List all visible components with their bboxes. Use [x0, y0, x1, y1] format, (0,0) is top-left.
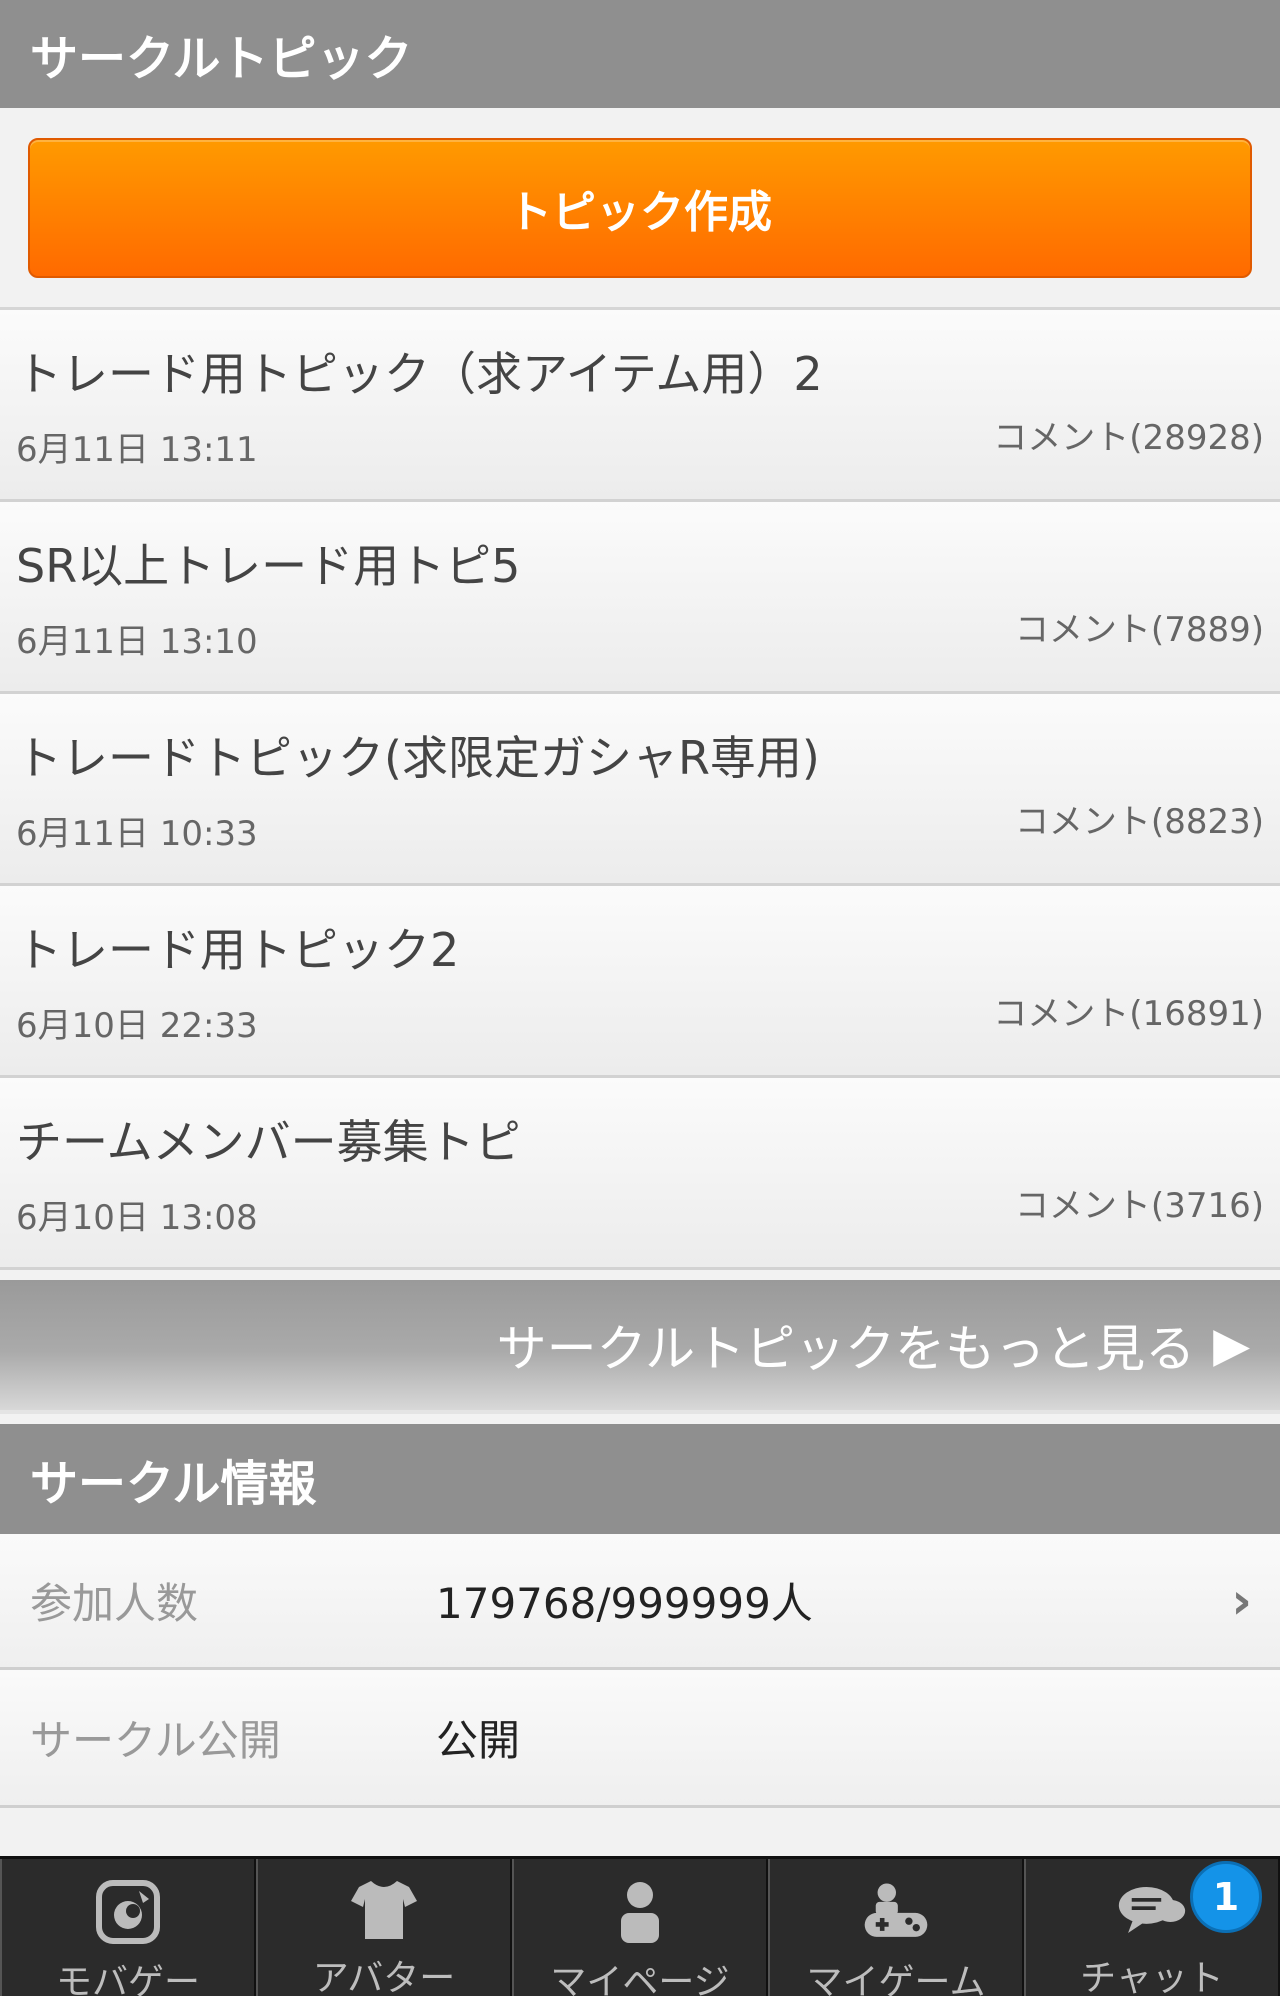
person-icon: [605, 1879, 675, 1945]
chevron-right-icon: ›: [1231, 1571, 1252, 1630]
topic-list-item[interactable]: トレード用トピック（求アイテム用）2 6月11日 13:11 コメント(2892…: [0, 310, 1280, 502]
nav-item-mypage[interactable]: マイページ: [512, 1859, 768, 1996]
circle-visibility-label: サークル公開: [30, 1716, 281, 1765]
topic-date: 6月10日 13:08: [16, 1198, 258, 1238]
topic-comment-count: コメント(16891): [993, 994, 1264, 1034]
topic-title: トレード用トピック2: [16, 923, 460, 977]
circle-visibility-value: 公開: [436, 1716, 521, 1765]
member-count-label: 参加人数: [30, 1579, 199, 1628]
bottom-nav: モバゲー アバター マイページ マイゲーム チャット 1: [0, 1856, 1280, 1996]
topic-title: トレードトピック(求限定ガシャR専用): [16, 731, 820, 785]
topic-date: 6月11日 10:33: [16, 814, 258, 854]
create-topic-button[interactable]: トピック作成: [28, 138, 1252, 278]
nav-item-avatar[interactable]: アバター: [256, 1859, 512, 1996]
nav-label: マイページ: [550, 1962, 730, 1996]
nav-item-chat[interactable]: チャット 1: [1024, 1859, 1280, 1996]
nav-label: モバゲー: [55, 1962, 200, 1996]
nav-item-mobage[interactable]: モバゲー: [0, 1859, 256, 1996]
topic-comment-count: コメント(28928): [993, 418, 1264, 458]
topic-comment-count: コメント(8823): [1014, 802, 1264, 842]
tshirt-icon: [349, 1879, 419, 1941]
topic-list-item[interactable]: トレード用トピック2 6月10日 22:33 コメント(16891): [0, 886, 1280, 1078]
topic-list-item[interactable]: SR以上トレード用トピ5 6月11日 13:10 コメント(7889): [0, 502, 1280, 694]
circle-info-title: サークル情報: [30, 1456, 317, 1512]
more-topics-link[interactable]: サークルトピックをもっと見る ▶: [0, 1280, 1280, 1414]
topic-list-item[interactable]: トレードトピック(求限定ガシャR専用) 6月11日 10:33 コメント(882…: [0, 694, 1280, 886]
nav-item-mygame[interactable]: マイゲーム: [768, 1859, 1024, 1996]
nav-label: チャット: [1080, 1958, 1224, 1996]
topic-date: 6月11日 13:11: [16, 430, 258, 470]
topic-date: 6月10日 22:33: [16, 1006, 258, 1046]
nav-label: マイゲーム: [806, 1962, 986, 1996]
topic-date: 6月11日 13:10: [16, 622, 258, 662]
play-arrow-icon: ▶: [1213, 1317, 1250, 1373]
topic-title: SR以上トレード用トピ5: [16, 539, 521, 593]
gamepad-icon: [861, 1879, 931, 1945]
topic-title: チームメンバー募集トピ: [16, 1115, 521, 1169]
circle-visibility-row: サークル公開 公開: [0, 1670, 1280, 1808]
nav-label: アバター: [312, 1958, 456, 1996]
topic-comment-count: コメント(3716): [1014, 1186, 1264, 1226]
topic-title: トレード用トピック（求アイテム用）2: [16, 347, 823, 401]
chat-icon: [1117, 1879, 1187, 1941]
topic-list: トレード用トピック（求アイテム用）2 6月11日 13:11 コメント(2892…: [0, 310, 1280, 1270]
member-count-value: 179768/999999人: [436, 1579, 813, 1628]
circle-info-header: サークル情報: [0, 1424, 1280, 1534]
circle-topics-header: サークルトピック: [0, 0, 1280, 108]
topic-list-item[interactable]: チームメンバー募集トピ 6月10日 13:08 コメント(3716): [0, 1078, 1280, 1270]
create-topic-area: トピック作成: [0, 108, 1280, 310]
mobage-icon: [93, 1879, 163, 1945]
chat-notification-badge: 1: [1190, 1861, 1262, 1933]
member-count-row[interactable]: 参加人数 179768/999999人 ›: [0, 1534, 1280, 1670]
topic-comment-count: コメント(7889): [1014, 610, 1264, 650]
circle-topics-title: サークルトピック: [30, 31, 413, 87]
more-topics-label: サークルトピックをもっと見る: [496, 1320, 1196, 1378]
